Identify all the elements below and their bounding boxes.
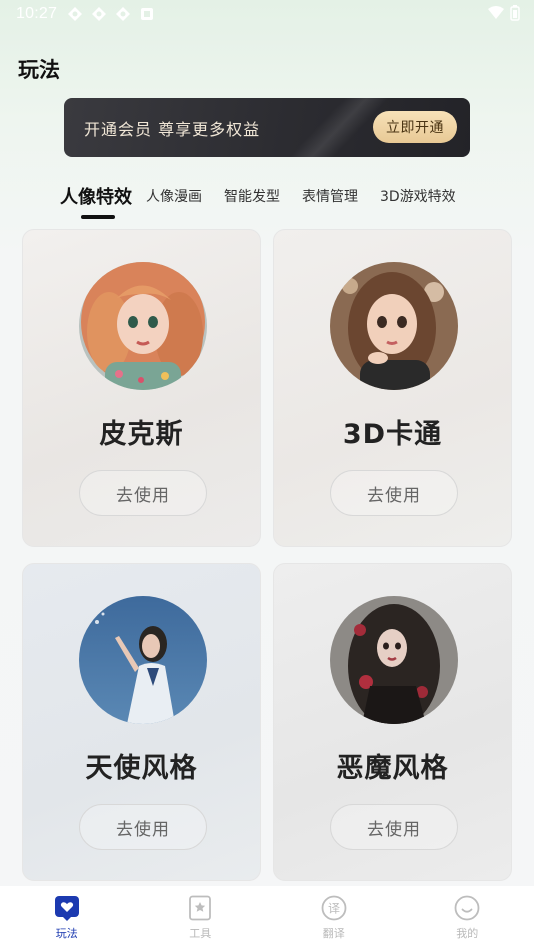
smile-face-icon — [454, 895, 480, 921]
app-notification-icon — [92, 7, 107, 21]
use-button[interactable]: 去使用 — [330, 470, 458, 516]
vip-banner-text: 开通会员 尊享更多权益 — [84, 119, 261, 139]
status-bar: 10:27 — [0, 0, 534, 28]
open-vip-button[interactable]: 立即开通 — [373, 111, 457, 143]
app-notification-icon — [141, 8, 154, 20]
use-button[interactable]: 去使用 — [330, 804, 458, 850]
vip-banner[interactable]: 开通会员 尊享更多权益 立即开通 — [64, 98, 470, 157]
app-notification-icon — [116, 7, 131, 21]
tab-portrait-comic[interactable]: 人像漫画 — [146, 180, 202, 206]
category-tabs: 人像特效 人像漫画 智能发型 表情管理 3D游戏特效 — [60, 180, 478, 224]
nav-label: 翻译 — [322, 927, 345, 940]
effect-card-3d-cartoon[interactable]: 3D卡通 去使用 — [273, 229, 512, 547]
bottom-nav: 玩法 工具 译 翻译 我的 — [0, 886, 534, 950]
heart-chat-icon — [54, 896, 79, 921]
wifi-icon — [488, 6, 504, 19]
effect-card-pixar[interactable]: 皮克斯 去使用 — [22, 229, 261, 547]
page-title: 玩法 — [18, 58, 60, 82]
tab-portrait-effects[interactable]: 人像特效 — [60, 180, 132, 219]
use-button[interactable]: 去使用 — [79, 804, 207, 850]
nav-item-tools[interactable]: 工具 — [155, 895, 245, 941]
devil-style-avatar — [330, 596, 458, 724]
bookmark-star-icon — [189, 895, 212, 921]
translate-icon: 译 — [321, 895, 347, 921]
3d-cartoon-avatar — [330, 262, 458, 390]
svg-text:译: 译 — [328, 902, 340, 916]
card-title: 恶魔风格 — [336, 753, 449, 784]
status-time: 10:27 — [16, 5, 58, 22]
tab-label: 人像特效 — [60, 187, 132, 208]
tab-expression-management[interactable]: 表情管理 — [302, 180, 358, 206]
nav-item-mine[interactable]: 我的 — [422, 895, 512, 941]
app-notification-icon — [68, 7, 83, 21]
card-title: 天使风格 — [85, 753, 198, 784]
card-title: 3D卡通 — [342, 419, 443, 450]
nav-item-translate[interactable]: 译 翻译 — [289, 895, 379, 941]
effect-card-devil-style[interactable]: 恶魔风格 去使用 — [273, 563, 512, 881]
use-button[interactable]: 去使用 — [79, 470, 207, 516]
angel-style-avatar — [79, 596, 207, 724]
effect-card-angel-style[interactable]: 天使风格 去使用 — [22, 563, 261, 881]
battery-icon — [510, 5, 520, 21]
tab-smart-hairstyle[interactable]: 智能发型 — [224, 180, 280, 206]
status-right-icons — [488, 5, 520, 21]
nav-label: 我的 — [456, 927, 479, 940]
card-title: 皮克斯 — [99, 419, 184, 450]
tab-3d-game-effects[interactable]: 3D游戏特效 — [380, 180, 456, 206]
nav-label: 工具 — [189, 927, 212, 940]
pixar-avatar — [79, 262, 207, 390]
active-tab-indicator — [81, 215, 115, 219]
status-notification-icons — [67, 6, 155, 22]
nav-label: 玩法 — [55, 927, 78, 940]
nav-item-play[interactable]: 玩法 — [22, 895, 112, 941]
